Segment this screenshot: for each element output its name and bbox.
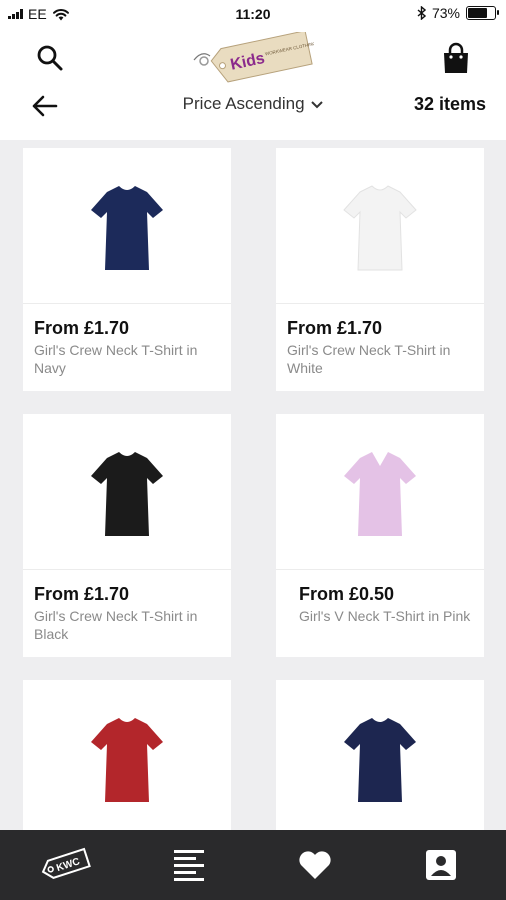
product-price: From £0.50: [299, 584, 395, 604]
product-name: Girl's Crew Neck T-Shirt in Navy: [34, 342, 198, 376]
chevron-down-icon: [311, 100, 324, 108]
product-card[interactable]: From £0.50 Girl's V Neck T-Shirt in Pink: [276, 414, 484, 657]
tab-favourites[interactable]: [252, 830, 378, 900]
tshirt-icon: [343, 184, 417, 270]
search-button[interactable]: [28, 36, 72, 80]
shopping-bag-icon: [444, 42, 468, 73]
product-image: [276, 680, 484, 830]
kwc-tag-label: KWC: [55, 856, 81, 874]
header: Kids WORKWEAR CLOTHING Price Ascending 3…: [0, 28, 506, 140]
kids-logo[interactable]: Kids WORKWEAR CLOTHING: [192, 32, 314, 84]
tab-list[interactable]: [126, 830, 252, 900]
product-price: From £1.70: [34, 584, 130, 604]
tab-account[interactable]: [378, 830, 504, 900]
tab-home[interactable]: KWC: [0, 830, 126, 900]
tshirt-icon: [91, 185, 163, 270]
product-price: From £1.70: [287, 318, 383, 338]
product-image: [276, 414, 484, 570]
product-image: [276, 148, 484, 304]
account-icon: [426, 850, 456, 880]
battery-percent: 73%: [431, 5, 460, 21]
bluetooth-icon: [417, 6, 426, 20]
product-card[interactable]: [276, 680, 484, 830]
sort-label: Price Ascending: [182, 94, 305, 113]
product-image: [23, 148, 231, 304]
product-card[interactable]: From £1.70 Girl's Crew Neck T-Shirt in N…: [23, 148, 231, 391]
product-name: Girl's V Neck T-Shirt in Pink: [299, 608, 471, 624]
status-bar: EE 11:20 73%: [0, 0, 506, 28]
product-image: [23, 680, 231, 830]
tshirt-icon: [344, 717, 416, 802]
product-name: Girl's Crew Neck T-Shirt in Black: [34, 608, 198, 642]
product-card[interactable]: [23, 680, 231, 830]
product-image: [23, 414, 231, 570]
tshirt-icon: [344, 451, 416, 536]
tshirt-icon: [91, 451, 163, 536]
product-card[interactable]: From £1.70 Girl's Crew Neck T-Shirt in W…: [276, 148, 484, 391]
battery-icon: [466, 6, 499, 20]
tshirt-icon: [91, 717, 163, 802]
search-icon: [37, 45, 63, 71]
product-price: From £1.70: [34, 318, 130, 338]
product-card[interactable]: From £1.70 Girl's Crew Neck T-Shirt in B…: [23, 414, 231, 657]
heart-icon: [299, 851, 331, 879]
kwc-tag-icon: KWC: [41, 847, 91, 879]
list-icon: [174, 850, 204, 881]
tab-bar: KWC: [0, 830, 506, 900]
product-grid: From £1.70 Girl's Crew Neck T-Shirt in N…: [0, 140, 506, 830]
product-name: Girl's Crew Neck T-Shirt in White: [287, 342, 451, 376]
item-count: 32 items: [413, 94, 486, 114]
bag-button[interactable]: [434, 36, 478, 80]
